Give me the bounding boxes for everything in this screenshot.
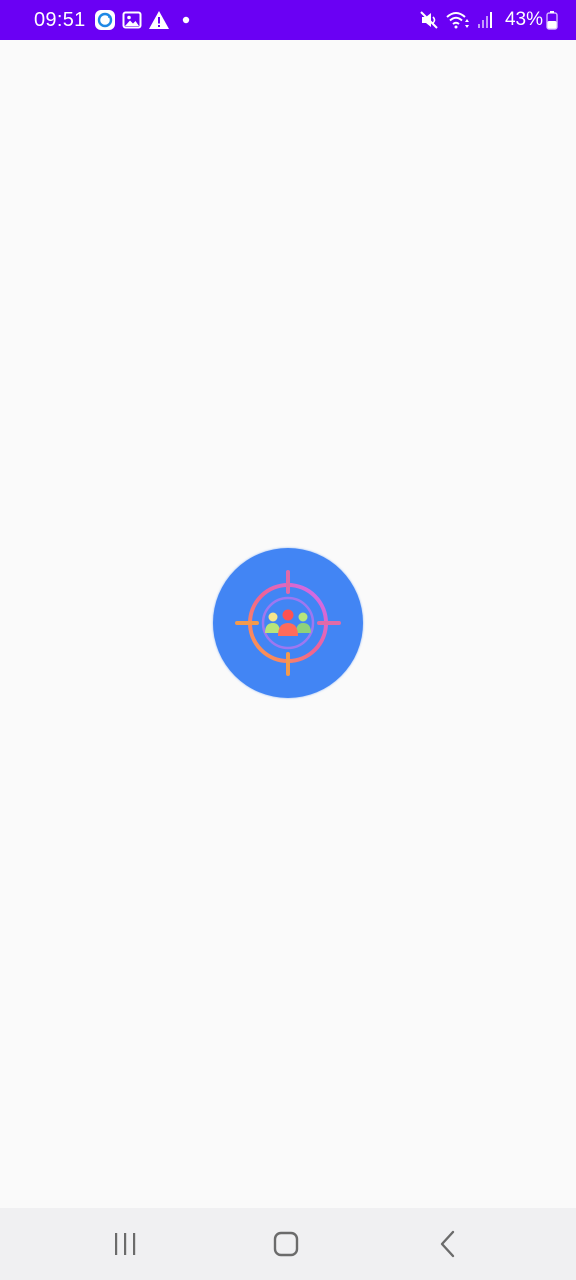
status-bar: 09:51 43%	[0, 0, 576, 40]
app-logo	[213, 548, 363, 698]
image-icon	[122, 10, 142, 30]
home-icon	[273, 1231, 299, 1257]
status-right: 43%	[419, 9, 558, 31]
battery-icon	[546, 10, 558, 30]
home-button[interactable]	[256, 1226, 316, 1262]
mute-icon	[419, 10, 439, 30]
wifi-icon	[445, 10, 471, 30]
recent-apps-icon	[115, 1233, 136, 1255]
warning-icon	[148, 10, 170, 30]
sync-app-icon	[94, 9, 116, 31]
status-time: 09:51	[34, 8, 86, 31]
status-left: 09:51	[34, 9, 196, 32]
back-button[interactable]	[418, 1226, 478, 1262]
back-chevron-icon	[440, 1230, 455, 1258]
signal-icon	[477, 10, 495, 30]
navigation-bar	[0, 1208, 576, 1280]
recent-apps-button[interactable]	[95, 1226, 155, 1262]
dot-icon	[182, 16, 190, 24]
target-crosshair-people-icon	[235, 570, 341, 676]
splash-screen	[0, 40, 576, 1208]
battery-percentage: 43%	[504, 9, 543, 30]
